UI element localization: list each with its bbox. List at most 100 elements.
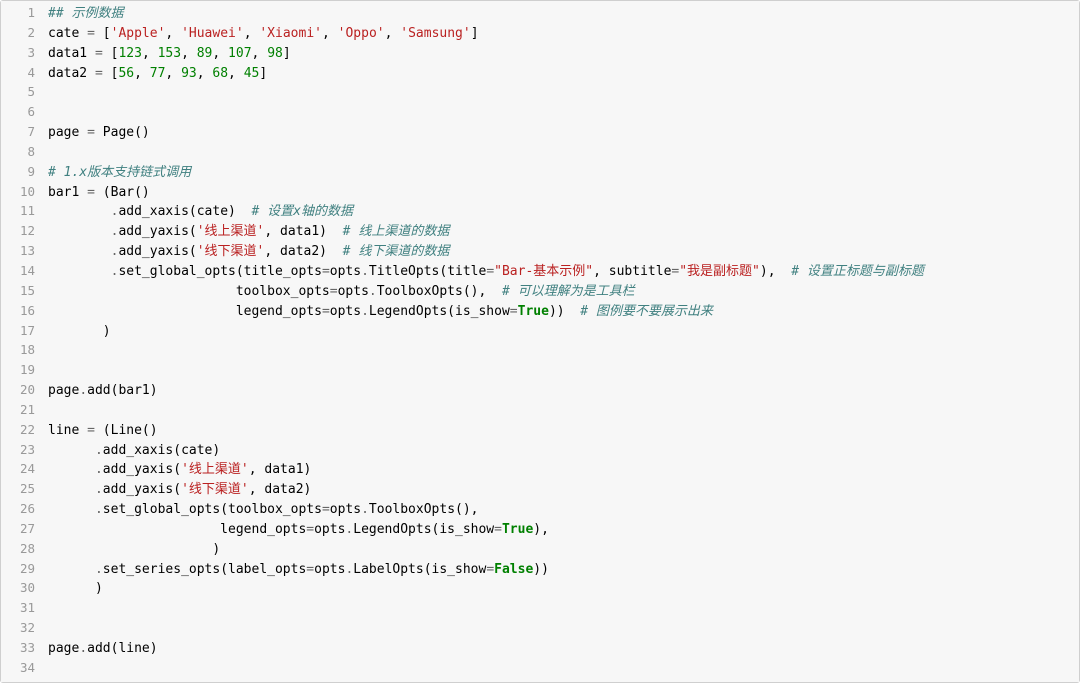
code-line: 26 .set_global_opts(toolbox_opts=opts.To…: [1, 500, 1079, 520]
code-token: line: [48, 423, 87, 438]
code-token: # 可以理解为是工具栏: [502, 284, 635, 299]
code-content: [44, 660, 56, 679]
code-content: [44, 362, 56, 381]
code-token: [: [103, 46, 119, 61]
line-number: 26: [1, 500, 44, 518]
code-content: [44, 620, 56, 639]
code-token: [48, 502, 95, 517]
code-token: 107: [228, 46, 251, 61]
line-number: 29: [1, 560, 44, 578]
code-line: 10bar1 = (Bar(): [1, 183, 1079, 203]
code-token: [48, 443, 95, 458]
line-number: 10: [1, 183, 44, 201]
code-token: .: [361, 304, 369, 319]
code-token: legend_opts: [48, 304, 322, 319]
code-token: =: [330, 284, 338, 299]
code-token: (Line(): [95, 423, 158, 438]
code-token: .: [369, 284, 377, 299]
line-number: 8: [1, 143, 44, 161]
code-body: 1 ## 示例数据 2cate = ['Apple', 'Huawei', 'Xia…: [1, 1, 1079, 682]
code-line: 29 .set_series_opts(label_opts=opts.Labe…: [1, 560, 1079, 580]
code-content: [44, 600, 56, 619]
code-content: line = (Line(): [44, 422, 158, 441]
line-number: 23: [1, 441, 44, 459]
code-token: [48, 264, 111, 279]
code-line: 8: [1, 143, 1079, 163]
code-token: ),: [760, 264, 791, 279]
code-token: 56: [118, 66, 134, 81]
code-token: .: [95, 562, 103, 577]
line-number: 9: [1, 163, 44, 181]
code-content: # 1.x版本支持链式调用: [44, 164, 191, 183]
code-token: 153: [158, 46, 181, 61]
line-number: 14: [1, 262, 44, 280]
code-token: =: [87, 26, 95, 41]
code-token: 'Apple': [111, 26, 166, 41]
code-token: ,: [228, 66, 244, 81]
code-line: 20page.add(bar1): [1, 381, 1079, 401]
code-token: # 图例要不要展示出来: [580, 304, 713, 319]
line-number: 24: [1, 460, 44, 478]
code-line: 32: [1, 619, 1079, 639]
code-token: .: [361, 502, 369, 517]
code-line: 2cate = ['Apple', 'Huawei', 'Xiaomi', 'O…: [1, 24, 1079, 44]
code-token: ToolboxOpts(),: [377, 284, 502, 299]
code-token: =: [486, 264, 494, 279]
code-token: ]: [471, 26, 479, 41]
code-token: , subtitle: [593, 264, 671, 279]
code-token: toolbox_opts: [48, 284, 330, 299]
code-line: 4data2 = [56, 77, 93, 68, 45]: [1, 64, 1079, 84]
code-token: =: [306, 522, 314, 537]
code-token: # 设置正标题与副标题: [791, 264, 924, 279]
code-token: ## 示例数据: [48, 6, 123, 21]
code-line: 16 legend_opts=opts.LegendOpts(is_show=T…: [1, 302, 1079, 322]
code-token: add_xaxis(cate): [118, 204, 251, 219]
code-token: [48, 224, 111, 239]
line-number: 21: [1, 401, 44, 419]
code-token: add_yaxis(: [103, 462, 181, 477]
line-number: 5: [1, 83, 44, 101]
code-token: ,: [252, 46, 268, 61]
code-token: data1: [48, 46, 95, 61]
code-token: [: [103, 66, 119, 81]
line-number: 34: [1, 659, 44, 677]
code-line: 24 .add_yaxis('线上渠道', data1): [1, 460, 1079, 480]
code-token: )): [549, 304, 580, 319]
code-line: 18: [1, 341, 1079, 361]
code-content: page.add(line): [44, 640, 158, 659]
code-token: ,: [244, 26, 260, 41]
code-token: set_global_opts(title_opts: [118, 264, 322, 279]
code-token: ]: [283, 46, 291, 61]
code-line: 31: [1, 599, 1079, 619]
code-line: 30 ): [1, 579, 1079, 599]
line-number: 11: [1, 202, 44, 220]
code-token: LabelOpts(is_show: [353, 562, 486, 577]
code-token: '线下渠道': [197, 244, 265, 259]
code-line: 33page.add(line): [1, 639, 1079, 659]
code-content: bar1 = (Bar(): [44, 184, 150, 203]
code-token: .: [79, 383, 87, 398]
code-token: True: [518, 304, 549, 319]
code-token: =: [87, 125, 95, 140]
code-content: ): [44, 580, 103, 599]
line-number: 25: [1, 480, 44, 498]
code-token: =: [95, 66, 103, 81]
code-token: '线下渠道': [181, 482, 249, 497]
code-token: cate: [48, 26, 87, 41]
code-token: opts: [314, 562, 345, 577]
code-token: add(bar1): [87, 383, 157, 398]
line-number: 20: [1, 381, 44, 399]
code-token: ,: [322, 26, 338, 41]
code-line: 3data1 = [123, 153, 89, 107, 98]: [1, 44, 1079, 64]
code-token: 'Xiaomi': [259, 26, 322, 41]
code-token: # 1.x版本支持链式调用: [48, 165, 191, 180]
code-token: '线上渠道': [197, 224, 265, 239]
code-line: 19: [1, 361, 1079, 381]
line-number: 1: [1, 4, 44, 22]
code-content: legend_opts=opts.LegendOpts(is_show=True…: [44, 521, 549, 540]
code-token: page: [48, 641, 79, 656]
code-token: , data1): [249, 462, 312, 477]
code-line: 12 .add_yaxis('线上渠道', data1) # 线上渠道的数据: [1, 222, 1079, 242]
code-token: =: [322, 264, 330, 279]
code-token: # 线下渠道的数据: [343, 244, 450, 259]
